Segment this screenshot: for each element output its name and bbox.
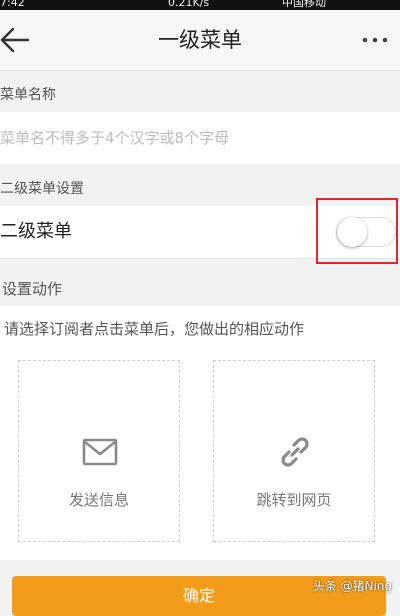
submenu-toggle-label: 二级菜单 [0, 221, 72, 242]
menu-name-section-label: 菜单名称 [0, 87, 56, 103]
menu-name-row [0, 112, 400, 164]
status-time: 7:42 [0, 0, 25, 9]
more-dots-icon[interactable] [360, 28, 390, 52]
submenu-section-label: 二级菜单设置 [0, 181, 84, 197]
action-section-label: 设置动作 [2, 280, 63, 298]
send-message-label: 发送信息 [68, 491, 129, 509]
action-panel: 请选择订阅者点击菜单后，您做出的相应动作 发送信息 跳转到网页 [0, 306, 400, 560]
page-title: 一级菜单 [158, 28, 242, 52]
jump-to-webpage-label: 跳转到网页 [256, 491, 332, 509]
jump-to-webpage-option[interactable]: 跳转到网页 [213, 360, 375, 542]
send-message-option[interactable]: 发送信息 [18, 360, 180, 542]
highlight-annotation-box [316, 198, 398, 264]
action-hint: 请选择订阅者点击菜单后，您做出的相应动作 [4, 320, 305, 338]
status-bar: 7:42 0.21K/s 中国移动 [0, 0, 400, 10]
menu-name-input[interactable] [0, 112, 396, 164]
watermark-text: 头条 @猪Ning [312, 579, 392, 593]
link-icon [281, 437, 309, 467]
envelope-icon [82, 438, 118, 466]
status-network-speed: 0.21K/s [168, 0, 210, 9]
app-bar: 一级菜单 [0, 10, 400, 71]
status-carrier: 中国移动 [282, 0, 326, 9]
back-arrow-icon[interactable] [0, 26, 34, 54]
